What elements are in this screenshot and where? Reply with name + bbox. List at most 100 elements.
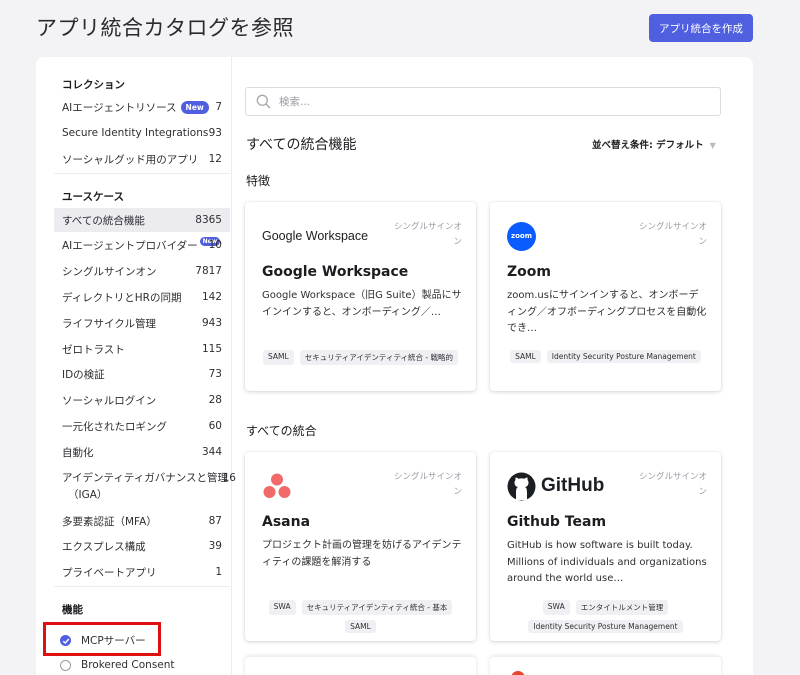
sso-label: シングルサインオン (638, 222, 707, 247)
usecase-count: 87 (208, 515, 222, 527)
collection-item-secure-identity[interactable]: Secure Identity Integrations 93 (54, 121, 230, 145)
search-icon (256, 94, 271, 109)
card-description: プロジェクト計画の管理を妨げるアイデンティティの課題を解消する (262, 540, 462, 568)
usecase-item-all[interactable]: すべての統合機能 8365 (54, 208, 230, 232)
usecase-label: プライベートアプリ (62, 566, 157, 579)
create-integration-button[interactable]: アプリ統合を作成 (649, 14, 753, 42)
usecase-label: すべての統合機能 (62, 214, 145, 227)
usecase-item-lifecycle[interactable]: ライフサイクル管理 943 (54, 311, 230, 335)
usecase-label: エクスプレス構成 (62, 540, 146, 553)
tag: SAML (510, 350, 541, 363)
usecase-item-social-login[interactable]: ソーシャルログイン 28 (54, 388, 230, 412)
tag: SWA (268, 600, 296, 615)
features-title: 機能 (62, 604, 83, 616)
github-wordmark: GitHub (541, 475, 605, 496)
all-integrations-heading: すべての統合 (246, 424, 317, 438)
usecase-item-sso[interactable]: シングルサインオン 7817 (54, 259, 230, 283)
usecase-label-suffix: （IGA） (68, 489, 108, 501)
collection-label: Secure Identity Integrations (62, 127, 209, 139)
card-asana[interactable]: シングルサインオン Asana プロジェクト計画の管理を妨げるアイデンティティの… (245, 452, 476, 641)
card-description: GitHub is how software is built today. M… (507, 540, 707, 584)
feature-label: Brokered Consent (81, 659, 175, 671)
asana-logo (262, 470, 292, 502)
catalog-panel: コレクション AIエージェントリソース New 7 Secure Identit… (36, 57, 753, 675)
sidebar: コレクション AIエージェントリソース New 7 Secure Identit… (36, 57, 236, 675)
google-workspace-logo: Google Workspace (262, 220, 368, 252)
card-description: Google Workspace（旧G Suite）製品にサインインすると、オン… (262, 290, 462, 318)
usecase-count: 39 (208, 540, 222, 552)
usecase-item-iga[interactable]: アイデンティティガバナンスと管理 （IGA） 16 (54, 466, 236, 510)
usecase-count: 344 (201, 446, 222, 458)
sort-dropdown[interactable]: 並べ替え条件: デフォルト ▼ (592, 137, 716, 151)
tag: SAML (345, 620, 376, 633)
app-logo-icon (511, 671, 525, 675)
usecase-item-zero-trust[interactable]: ゼロトラスト 115 (54, 337, 230, 361)
usecase-count: 1 (215, 566, 222, 578)
usecase-item-id-verification[interactable]: IDの検証 73 (54, 362, 230, 386)
feature-mcp-server[interactable]: MCPサーバー (60, 633, 146, 648)
card-partial[interactable] (245, 657, 476, 675)
card-zoom[interactable]: zoom シングルサインオン Zoom zoom.usにサインインすると、オンボ… (490, 202, 721, 391)
checkbox-unchecked-icon[interactable] (60, 659, 71, 671)
tag: エンタイトルメント管理 (575, 600, 669, 615)
google-workspace-wordmark: Google Workspace (262, 229, 369, 243)
tag: SAML (263, 350, 294, 365)
zoom-logo: zoom (507, 220, 536, 252)
zoom-wordmark: zoom (511, 232, 532, 240)
search-box[interactable] (245, 87, 721, 116)
sso-label: シングルサインオン (393, 472, 462, 497)
usecase-item-private-app[interactable]: プライベートアプリ 1 (54, 560, 230, 584)
usecase-count: 16 (222, 472, 236, 484)
card-description: zoom.usにサインインすると、オンボーディング／オフボーディングプロセスを自… (507, 290, 707, 334)
usecase-item-automation[interactable]: 自動化 344 (54, 440, 230, 464)
usecase-item-directory-hr[interactable]: ディレクトリとHRの同期 142 (54, 285, 230, 309)
page-title: アプリ統合カタログを参照 (36, 16, 294, 40)
card-title: Github Team (507, 514, 607, 530)
usecase-count: 73 (208, 368, 222, 380)
sort-label: 並べ替え条件: デフォルト (592, 140, 704, 151)
card-google-workspace[interactable]: Google Workspace シングルサインオン Google Worksp… (245, 202, 476, 391)
tag: セキュリティアイデンティティ統合 - 戦略的 (299, 350, 458, 365)
collection-count: 7 (215, 101, 222, 113)
card-title: Zoom (507, 264, 551, 280)
card-github-team[interactable]: GitHub シングルサインオン Github Team GitHub is h… (490, 452, 721, 641)
divider (54, 586, 230, 587)
card-tags: SWA セキュリティアイデンティティ統合 - 基本 SAML (253, 600, 468, 633)
usecase-count: 943 (201, 317, 222, 329)
tag: セキュリティアイデンティティ統合 - 基本 (301, 600, 453, 615)
collection-label: ソーシャルグッド用のアプリ (62, 153, 199, 166)
checkbox-checked-icon[interactable] (60, 635, 71, 646)
usecase-label: アイデンティティガバナンスと管理 (62, 472, 229, 484)
usecase-label: シングルサインオン (62, 265, 157, 278)
usecase-count: 115 (201, 343, 222, 355)
divider (54, 173, 230, 174)
usecase-count: 10 (208, 239, 222, 251)
usecase-count: 8365 (195, 214, 222, 226)
card-tags: SAML セキュリティアイデンティティ統合 - 戦略的 (253, 350, 468, 365)
collection-item-ai-agent-resources[interactable]: AIエージェントリソース New 7 (54, 95, 230, 119)
usecase-count: 28 (208, 394, 222, 406)
collection-label: AIエージェントリソース (62, 101, 177, 114)
new-badge: New (180, 100, 209, 114)
collection-count: 12 (208, 153, 222, 165)
collection-item-social-good[interactable]: ソーシャルグッド用のアプリ 12 (54, 147, 230, 171)
asana-icon (263, 473, 291, 498)
collections-title: コレクション (62, 79, 125, 91)
usecases-title: ユースケース (62, 191, 124, 203)
search-input[interactable] (279, 95, 699, 108)
usecase-count: 7817 (195, 265, 222, 277)
card-title: Asana (262, 514, 311, 530)
sso-label: シングルサインオン (638, 472, 707, 497)
usecase-label: 一元化されたロギング (62, 420, 167, 433)
usecase-item-mfa[interactable]: 多要素認証（MFA） 87 (54, 509, 230, 533)
feature-brokered-consent[interactable]: Brokered Consent (60, 659, 175, 671)
card-partial[interactable] (490, 657, 721, 675)
usecase-item-express-config[interactable]: エクスプレス構成 39 (54, 534, 230, 558)
usecase-item-logging[interactable]: 一元化されたロギング 60 (54, 414, 230, 438)
usecase-label: ソーシャルログイン (62, 394, 157, 407)
zoom-icon: zoom (507, 221, 536, 251)
featured-heading: 特徴 (246, 174, 271, 188)
usecase-label: AIエージェントプロバイダー (62, 239, 198, 252)
usecase-label: 多要素認証（MFA） (62, 515, 157, 528)
usecase-item-ai-agent-provider[interactable]: AIエージェントプロバイダー New 10 (54, 233, 230, 257)
